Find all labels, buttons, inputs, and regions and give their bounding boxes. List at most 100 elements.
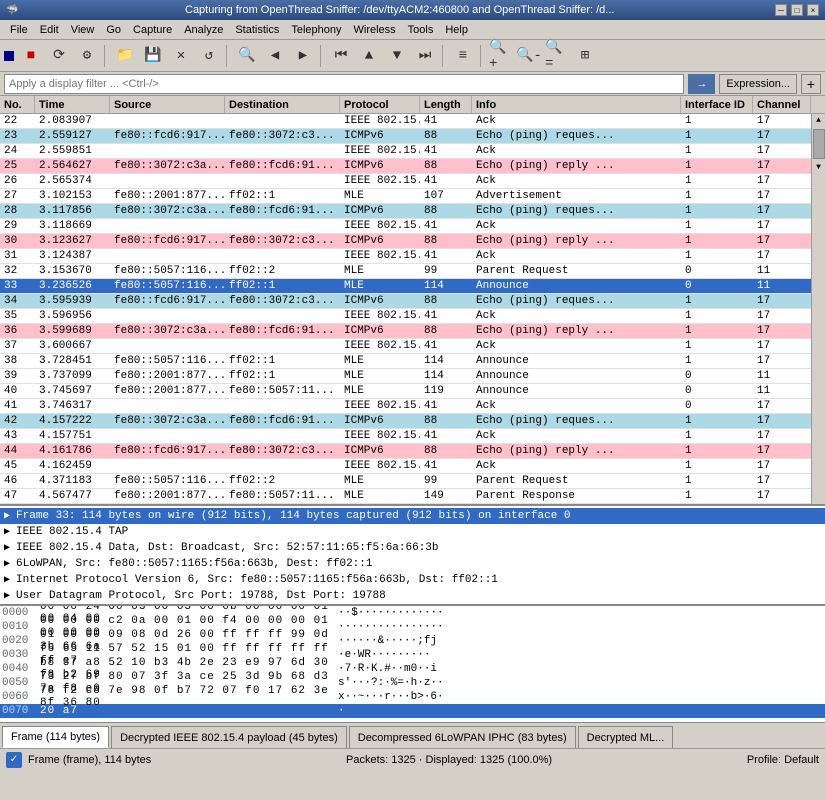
hex-ascii: ······&·····;fj: [338, 635, 437, 647]
table-row[interactable]: 413.746317IEEE 802.15.441Ack017: [0, 399, 811, 414]
table-row[interactable]: 313.124387IEEE 802.15.441Ack117: [0, 249, 811, 264]
tab-decrypted-ieee[interactable]: Decrypted IEEE 802.15.4 payload (45 byte…: [111, 726, 347, 748]
packet-list-scrollbar[interactable]: ▲ ▼: [811, 114, 825, 504]
cell-info: Announce: [472, 355, 681, 367]
table-row[interactable]: 373.600667IEEE 802.15.441Ack117: [0, 339, 811, 354]
tab-decrypted-ml[interactable]: Decrypted ML...: [578, 726, 674, 748]
add-filter-btn[interactable]: +: [801, 74, 821, 94]
table-row[interactable]: 464.371183fe80::5057:116...ff02::2MLE99P…: [0, 474, 811, 489]
expand-ieee-data-icon: ▶: [4, 542, 10, 554]
detail-frame-row[interactable]: ▶ Frame 33: 114 bytes on wire (912 bits)…: [0, 508, 825, 524]
menu-file[interactable]: File: [4, 22, 34, 38]
table-row[interactable]: 323.153670fe80::5057:116...ff02::2MLE99P…: [0, 264, 811, 279]
menu-go[interactable]: Go: [100, 22, 127, 38]
table-row[interactable]: 343.595939fe80::fcd6:917...fe80::3072:c3…: [0, 294, 811, 309]
cell-proto: IEEE 802.15.4: [340, 430, 420, 442]
hex-offset: 0070: [2, 705, 40, 717]
first-pkt-btn[interactable]: ⏮: [328, 43, 354, 69]
table-row[interactable]: 303.123627fe80::fcd6:917...fe80::3072:c3…: [0, 234, 811, 249]
tab-frame[interactable]: Frame (114 bytes): [2, 726, 109, 748]
menu-capture[interactable]: Capture: [127, 22, 178, 38]
close-capture-btn[interactable]: ✕: [168, 43, 194, 69]
scroll-up-arrow[interactable]: ▲: [814, 114, 823, 127]
cell-chan: 17: [753, 400, 811, 412]
zoom-in-btn[interactable]: 🔍+: [488, 43, 514, 69]
menu-analyze[interactable]: Analyze: [178, 22, 229, 38]
table-row[interactable]: 222.083907IEEE 802.15.441Ack117: [0, 114, 811, 129]
table-row[interactable]: 474.567477fe80::2001:877...fe80::5057:11…: [0, 489, 811, 504]
table-row[interactable]: 434.157751IEEE 802.15.441Ack117: [0, 429, 811, 444]
cell-no: 36: [0, 325, 35, 337]
zoom-out-btn[interactable]: 🔍-: [516, 43, 542, 69]
cell-time: 4.157751: [35, 430, 110, 442]
resize-btn[interactable]: ⊞: [572, 43, 598, 69]
cell-chan: 17: [753, 250, 811, 262]
reload-file-btn[interactable]: ↺: [196, 43, 222, 69]
close-btn[interactable]: ×: [807, 4, 819, 16]
maximize-btn[interactable]: □: [791, 4, 803, 16]
menu-telephony[interactable]: Telephony: [285, 22, 347, 38]
table-row[interactable]: 393.737099fe80::2001:877...ff02::1MLE114…: [0, 369, 811, 384]
stop-btn[interactable]: ■: [18, 43, 44, 69]
options-btn[interactable]: ⚙: [74, 43, 100, 69]
table-row[interactable]: 242.559851IEEE 802.15.441Ack117: [0, 144, 811, 159]
minimize-btn[interactable]: ─: [775, 4, 787, 16]
table-row[interactable]: 353.596956IEEE 802.15.441Ack117: [0, 309, 811, 324]
prev-pkt-btn[interactable]: ▲: [356, 43, 382, 69]
cell-chan: 17: [753, 355, 811, 367]
last-pkt-btn[interactable]: ⏭: [412, 43, 438, 69]
detail-ieee-tap[interactable]: ▶ IEEE 802.15.4 TAP: [0, 524, 825, 540]
expand-6lowpan-icon: ▶: [4, 558, 10, 570]
menu-wireless[interactable]: Wireless: [348, 22, 402, 38]
table-row[interactable]: 444.161786fe80::fcd6:917...fe80::3072:c3…: [0, 444, 811, 459]
table-row[interactable]: 333.236526fe80::5057:116...ff02::1MLE114…: [0, 279, 811, 294]
table-row[interactable]: 383.728451fe80::5057:116...ff02::1MLE114…: [0, 354, 811, 369]
menu-edit[interactable]: Edit: [34, 22, 65, 38]
status-left: ✓ Frame (frame), 114 bytes: [6, 752, 151, 768]
reload-btn[interactable]: ⟳: [46, 43, 72, 69]
cell-dst: ff02::1: [225, 280, 340, 292]
cell-len: 107: [420, 190, 472, 202]
cell-chan: 17: [753, 490, 811, 502]
find-btn[interactable]: 🔍: [234, 43, 260, 69]
table-row[interactable]: 293.118669IEEE 802.15.441Ack117: [0, 219, 811, 234]
detail-udp[interactable]: ▶ User Datagram Protocol, Src Port: 1978…: [0, 588, 825, 604]
display-filter-input[interactable]: [4, 74, 684, 94]
menu-tools[interactable]: Tools: [402, 22, 440, 38]
detail-ieee-data[interactable]: ▶ IEEE 802.15.4 Data, Dst: Broadcast, Sr…: [0, 540, 825, 556]
menu-help[interactable]: Help: [439, 22, 474, 38]
table-row[interactable]: 273.102153fe80::2001:877...ff02::1MLE107…: [0, 189, 811, 204]
table-row[interactable]: 363.599689fe80::3072:c3a...fe80::fcd6:91…: [0, 324, 811, 339]
detail-6lowpan[interactable]: ▶ 6LoWPAN, Src: fe80::5057:1165:f56a:663…: [0, 556, 825, 572]
next-pkt-btn[interactable]: ▼: [384, 43, 410, 69]
table-row[interactable]: 252.564627fe80::3072:c3a...fe80::fcd6:91…: [0, 159, 811, 174]
fwd-btn[interactable]: ▶: [290, 43, 316, 69]
table-row[interactable]: 454.162459IEEE 802.15.441Ack117: [0, 459, 811, 474]
cell-info: Ack: [472, 310, 681, 322]
table-row[interactable]: 232.559127fe80::fcd6:917...fe80::3072:c3…: [0, 129, 811, 144]
colorize-btn[interactable]: ≡: [450, 43, 476, 69]
menu-view[interactable]: View: [65, 22, 101, 38]
table-row[interactable]: 283.117856fe80::3072:c3a...fe80::fcd6:91…: [0, 204, 811, 219]
scroll-down-arrow[interactable]: ▼: [814, 161, 823, 174]
table-row[interactable]: 424.157222fe80::3072:c3a...fe80::fcd6:91…: [0, 414, 811, 429]
cell-src: fe80::3072:c3a...: [110, 325, 225, 337]
tab-decompressed-6lowpan[interactable]: Decompressed 6LoWPAN IPHC (83 bytes): [349, 726, 576, 748]
open-btn[interactable]: 📁: [112, 43, 138, 69]
expression-btn[interactable]: Expression...: [719, 74, 797, 94]
menu-statistics[interactable]: Statistics: [229, 22, 285, 38]
zoom-reset-btn[interactable]: 🔍=: [544, 43, 570, 69]
cell-iface: 1: [681, 445, 753, 457]
save-btn[interactable]: 💾: [140, 43, 166, 69]
cell-info: Ack: [472, 250, 681, 262]
cell-iface: 1: [681, 355, 753, 367]
cell-src: fe80::fcd6:917...: [110, 235, 225, 247]
filter-apply-btn[interactable]: →: [688, 74, 715, 94]
table-row[interactable]: 262.565374IEEE 802.15.441Ack117: [0, 174, 811, 189]
cell-iface: 1: [681, 145, 753, 157]
cell-chan: 11: [753, 385, 811, 397]
detail-ipv6[interactable]: ▶ Internet Protocol Version 6, Src: fe80…: [0, 572, 825, 588]
back-btn[interactable]: ◀: [262, 43, 288, 69]
scroll-thumb[interactable]: [813, 129, 825, 159]
table-row[interactable]: 403.745697fe80::2001:877...fe80::5057:11…: [0, 384, 811, 399]
